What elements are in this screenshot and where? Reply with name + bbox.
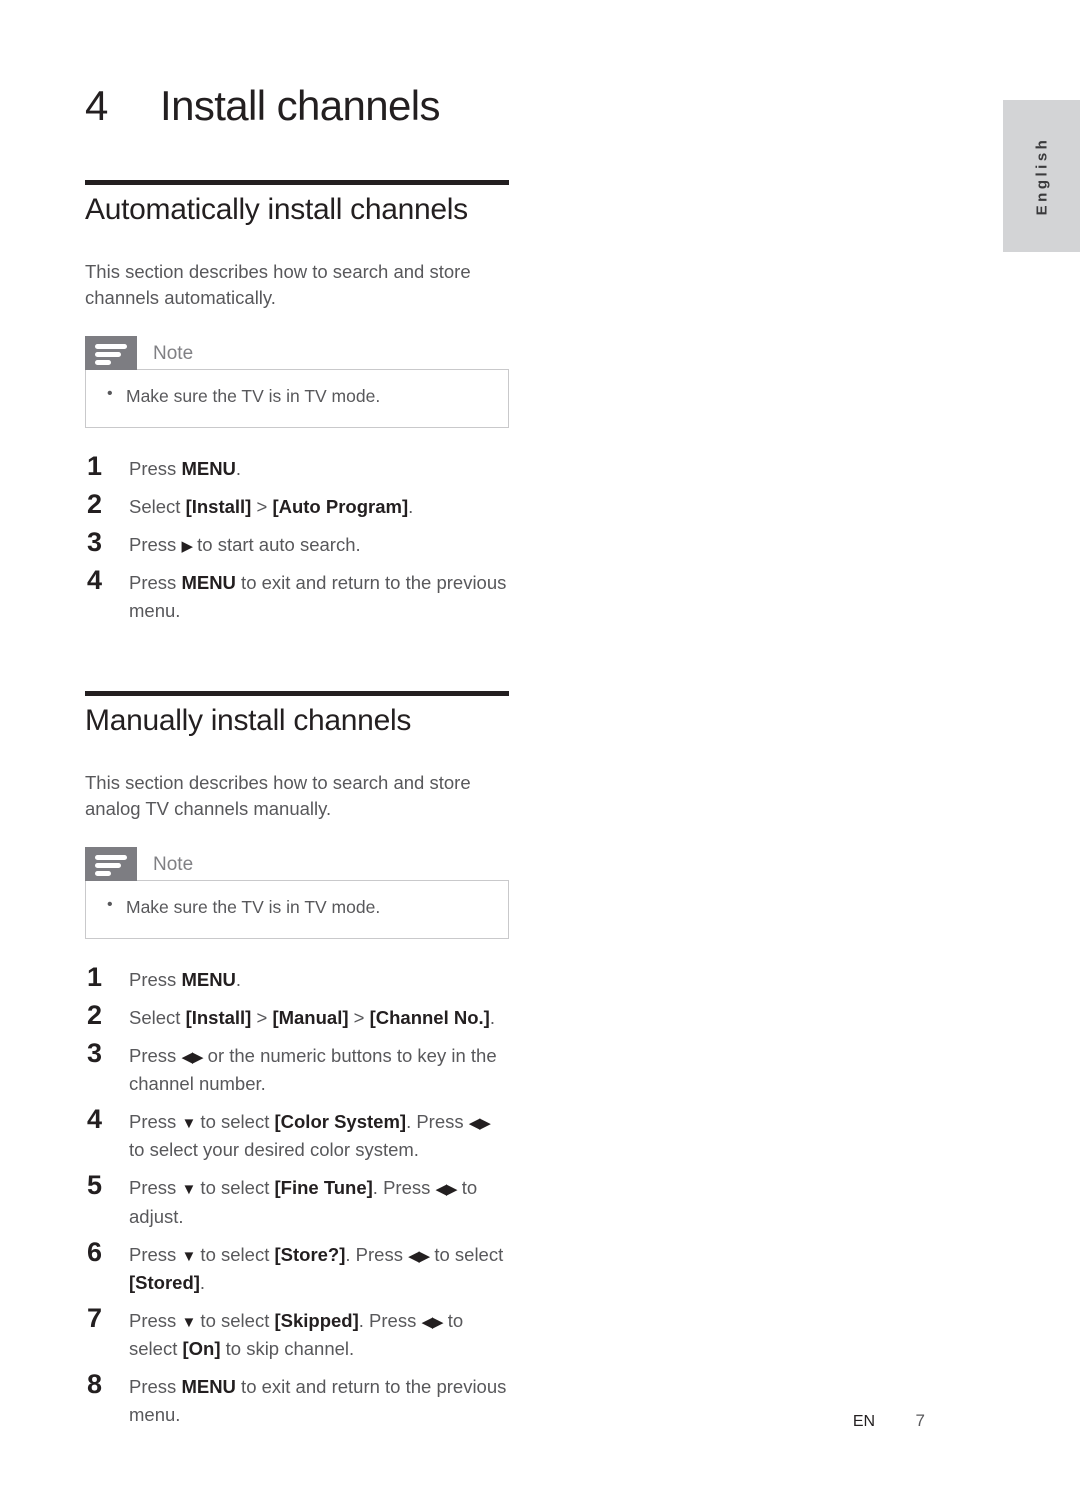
page-footer: EN 7 <box>0 1411 1003 1431</box>
section-intro-paragraph: This section describes how to search and… <box>85 771 471 820</box>
step-item: 3 Press ▶ to start auto search. <box>85 526 509 559</box>
step-number: 8 <box>87 1369 103 1400</box>
step-item: 1 Press MENU. <box>85 450 509 483</box>
step-number: 4 <box>87 564 103 595</box>
note-icon-bar <box>95 360 111 366</box>
section-title: Automatically install channels <box>85 193 468 226</box>
chapter-title: Install channels <box>160 82 441 129</box>
step-number: 6 <box>87 1236 103 1267</box>
step-item: 3 Press ◀▶ or the numeric buttons to key… <box>85 1037 509 1098</box>
note-label: Note <box>153 342 194 364</box>
step-number: 2 <box>87 999 103 1030</box>
step-number: 5 <box>87 1170 103 1201</box>
step-item: 2 Select [Install] > [Manual] > [Channel… <box>85 999 509 1032</box>
note-icon-bar <box>95 855 127 861</box>
step-item: 1 Press MENU. <box>85 961 509 994</box>
note-icon-bar <box>95 344 127 350</box>
note-header: Note <box>85 847 509 882</box>
section-manually-install-channels: Manually install channels This section d… <box>85 691 509 1429</box>
step-text: Press MENU. <box>129 457 242 479</box>
step-item: 6 Press ▼ to select [Store?]. Press ◀▶ t… <box>85 1236 509 1297</box>
note-icon <box>85 336 137 371</box>
note-body: Make sure the TV is in TV mode. <box>85 880 509 939</box>
step-number: 4 <box>87 1104 103 1135</box>
step-number: 3 <box>87 1038 103 1069</box>
step-text: Press MENU to exit and return to the pre… <box>129 571 507 622</box>
step-text: Select [Install] > [Manual] > [Channel N… <box>129 1006 495 1028</box>
note-icon-bar <box>95 871 111 877</box>
note-header: Note <box>85 336 509 371</box>
footer-language-code: EN <box>852 1413 876 1430</box>
note-list-item: Make sure the TV is in TV mode. <box>102 383 492 409</box>
step-text: Press ▼ to select [Store?]. Press ◀▶ to … <box>129 1243 504 1293</box>
step-text: Select [Install] > [Auto Program]. <box>129 495 414 517</box>
chapter-heading: 4 Install channels <box>85 82 509 152</box>
step-item: 4 Press MENU to exit and return to the p… <box>85 564 509 625</box>
chapter-number: 4 <box>85 82 108 129</box>
note-box: Note Make sure the TV is in TV mode. <box>85 847 509 939</box>
step-number: 1 <box>87 450 103 481</box>
note-body: Make sure the TV is in TV mode. <box>85 369 509 428</box>
section-title: Manually install channels <box>85 704 412 738</box>
step-text: Press ▼ to select [Fine Tune]. Press ◀▶ … <box>129 1177 478 1227</box>
step-number: 2 <box>87 488 103 519</box>
section-intro-paragraph: This section describes how to search and… <box>85 260 471 309</box>
note-icon-bar <box>95 352 121 358</box>
step-item: 5 Press ▼ to select [Fine Tune]. Press ◀… <box>85 1169 509 1230</box>
step-number: 3 <box>87 526 103 557</box>
step-text: Press ▼ to select [Color System]. Press … <box>129 1111 491 1161</box>
step-list: 1 Press MENU. 2 Select [Install] > [Auto… <box>85 450 509 626</box>
note-label: Note <box>153 853 194 875</box>
note-box: Note Make sure the TV is in TV mode. <box>85 336 509 428</box>
step-number: 1 <box>87 961 103 992</box>
step-number: 7 <box>87 1302 103 1333</box>
step-item: 2 Select [Install] > [Auto Program]. <box>85 488 509 521</box>
footer-page-number: 7 <box>915 1411 925 1430</box>
manual-page: English 4 Install channels Automatically… <box>0 0 1080 1509</box>
step-text: Press ◀▶ or the numeric buttons to key i… <box>129 1045 497 1095</box>
note-icon <box>85 847 137 882</box>
note-icon-bar <box>95 863 121 869</box>
step-item: 7 Press ▼ to select [Skipped]. Press ◀▶ … <box>85 1302 509 1363</box>
section-automatically-install-channels: Automatically install channels This sect… <box>85 180 509 625</box>
section-rule <box>85 180 509 185</box>
language-tab: English <box>1003 100 1080 252</box>
section-rule <box>85 691 509 697</box>
step-text: Press MENU. <box>129 968 242 990</box>
step-list: 1 Press MENU. 2 Select [Install] > [Manu… <box>85 961 509 1430</box>
step-text: Press ▶ to start auto search. <box>129 533 361 555</box>
language-tab-label: English <box>1033 136 1050 216</box>
step-item: 4 Press ▼ to select [Color System]. Pres… <box>85 1103 509 1164</box>
step-text: Press ▼ to select [Skipped]. Press ◀▶ to… <box>129 1309 464 1359</box>
footer-inner: EN 7 <box>853 1411 1003 1431</box>
note-list-item: Make sure the TV is in TV mode. <box>102 894 492 920</box>
content-column: 4 Install channels Automatically install… <box>85 82 509 1434</box>
